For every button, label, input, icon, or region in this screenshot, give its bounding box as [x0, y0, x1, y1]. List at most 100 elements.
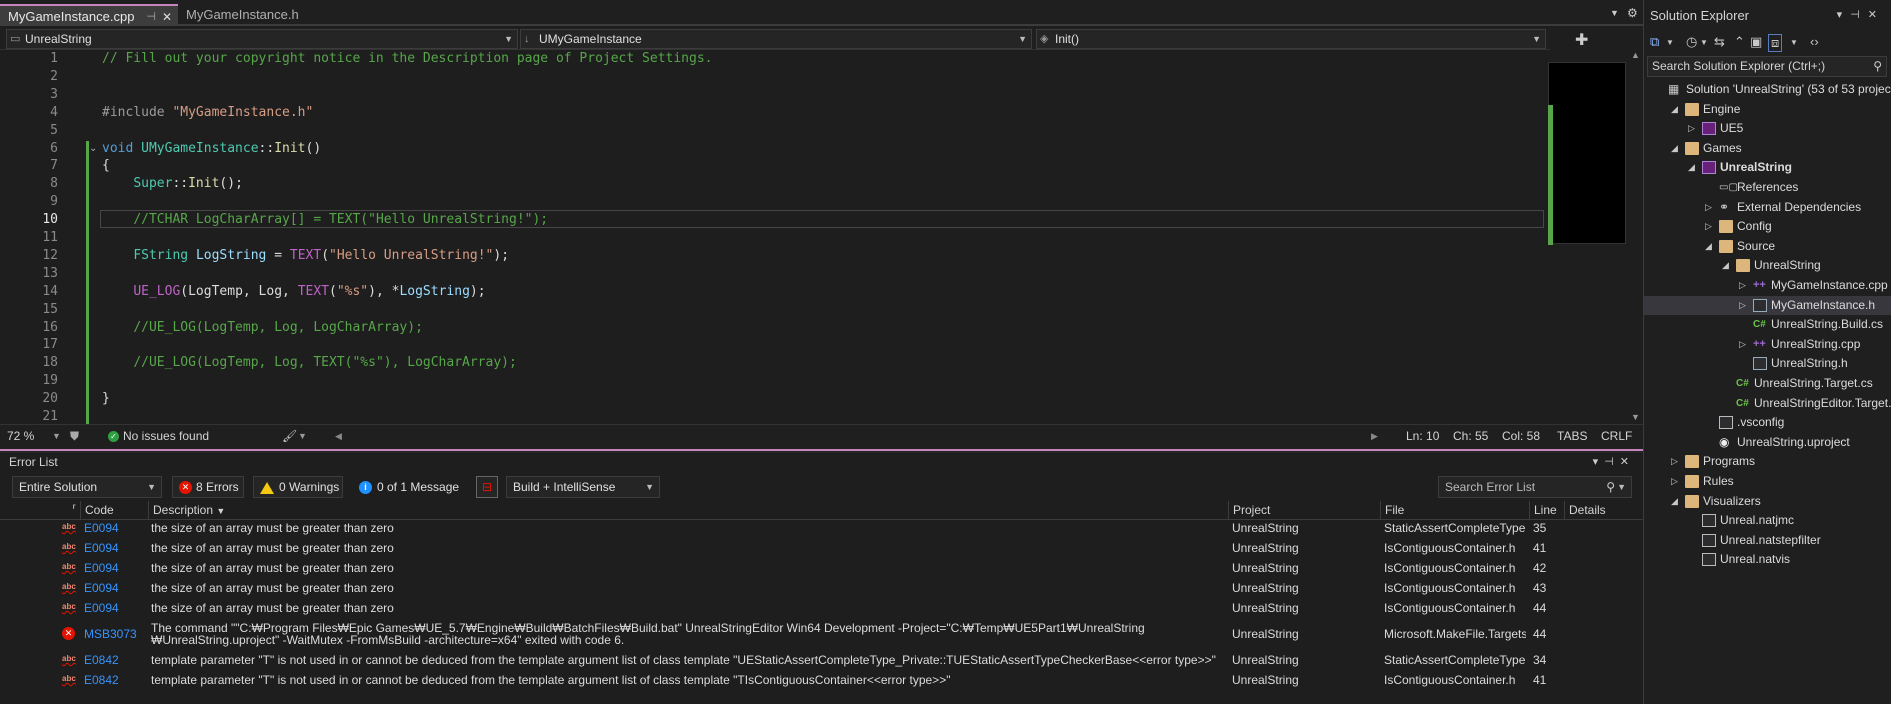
expander-icon[interactable]: ◢: [1671, 492, 1683, 511]
pin-icon[interactable]: ⊣: [146, 6, 156, 28]
tree-node[interactable]: Unreal.natstepfilter: [1644, 531, 1891, 550]
tree-node[interactable]: ▷ Config: [1644, 217, 1891, 236]
tree-node[interactable]: ▷ ++ UnrealString.cpp: [1644, 335, 1891, 354]
error-row[interactable]: abc E0094 the size of an array must be gre…: [0, 540, 1633, 557]
settings-gear-icon[interactable]: ⚙: [1627, 6, 1638, 20]
tree-node[interactable]: ▷ MyGameInstance.h: [1644, 295, 1891, 315]
code-line[interactable]: //TCHAR LogCharArray[] = TEXT("Hello Unr…: [102, 211, 548, 229]
column-toggle-icon[interactable]: ⸢: [68, 501, 77, 520]
code-text-area[interactable]: // Fill out your copyright notice in the…: [102, 50, 1542, 424]
panel-window-controls[interactable]: ▾⊣✕: [1593, 453, 1635, 471]
chevron-down-icon[interactable]: ▼: [1700, 38, 1708, 47]
expander-icon[interactable]: ▷: [1705, 198, 1717, 217]
search-error-list-input[interactable]: Search Error List ⚲ ▼: [1438, 476, 1632, 498]
scope-filter-dropdown[interactable]: Entire Solution ▼: [12, 476, 162, 498]
code-line[interactable]: FString LogString = TEXT("Hello UnrealSt…: [102, 247, 509, 265]
chevron-down-icon[interactable]: ▼: [52, 425, 61, 447]
brush-icon[interactable]: 🖌: [282, 425, 297, 447]
tree-node[interactable]: ◢ Visualizers: [1644, 492, 1891, 511]
error-row[interactable]: abc E0094 the size of an array must be gre…: [0, 520, 1633, 537]
expander-icon[interactable]: ▷: [1671, 452, 1683, 471]
code-line[interactable]: Super::Init();: [102, 175, 243, 193]
close-icon[interactable]: ✕: [162, 6, 172, 28]
expander-icon[interactable]: ▷: [1739, 335, 1751, 354]
column-header-description[interactable]: Description ▼: [148, 501, 1228, 520]
collapse-all-icon[interactable]: ⌃: [1734, 34, 1745, 50]
filter-errors-icon[interactable]: ⊟: [476, 476, 498, 498]
scroll-right-icon[interactable]: ▶: [1371, 425, 1378, 447]
tree-node[interactable]: C# UnrealString.Build.cs: [1644, 315, 1891, 334]
error-row[interactable]: abc E0094 the size of an array must be gre…: [0, 600, 1633, 617]
column-header-file[interactable]: File: [1380, 501, 1529, 520]
tree-node[interactable]: ◢ Engine: [1644, 100, 1891, 119]
scroll-down-icon[interactable]: ▼: [1631, 412, 1640, 422]
expander-icon[interactable]: ◢: [1671, 100, 1683, 119]
chevron-down-icon[interactable]: ▼: [1666, 38, 1674, 47]
tree-node[interactable]: .vsconfig: [1644, 413, 1891, 432]
editor-vertical-scrollbar[interactable]: ▲ ▼: [1628, 50, 1643, 424]
errors-filter-button[interactable]: ✕ 8 Errors: [172, 476, 244, 498]
code-line[interactable]: void UMyGameInstance::Init(): [102, 140, 321, 158]
scroll-left-icon[interactable]: ◀: [335, 425, 342, 447]
error-row[interactable]: abc E0094 the size of an array must be gre…: [0, 580, 1633, 597]
zoom-level[interactable]: 72 %: [7, 425, 34, 447]
code-line[interactable]: }: [102, 390, 110, 408]
fold-collapse-icon[interactable]: ⌄: [89, 143, 97, 154]
expander-icon[interactable]: ◢: [1671, 139, 1683, 158]
column-indicator[interactable]: Col: 58: [1502, 425, 1540, 447]
expander-icon[interactable]: ▷: [1739, 276, 1751, 295]
code-line[interactable]: #include "MyGameInstance.h": [102, 104, 313, 122]
code-line[interactable]: // Fill out your copyright notice in the…: [102, 50, 712, 68]
tree-node[interactable]: ◢ UnrealString: [1644, 158, 1891, 177]
show-all-files-icon[interactable]: ⧈: [1768, 34, 1783, 52]
chevron-down-icon[interactable]: ▼: [298, 425, 307, 447]
tree-node[interactable]: ▷ UE5: [1644, 119, 1891, 138]
tree-node[interactable]: Unreal.natjmc: [1644, 511, 1891, 530]
scroll-up-icon[interactable]: ▲: [1631, 50, 1640, 60]
scope-dropdown[interactable]: ↓ UMyGameInstance ▼: [520, 29, 1032, 49]
build-source-dropdown[interactable]: Build + IntelliSense ▼: [506, 476, 660, 498]
issues-indicator[interactable]: ✓ No issues found: [108, 425, 209, 447]
switch-views-icon[interactable]: ⧉: [1650, 34, 1659, 50]
tree-node[interactable]: ◉ UnrealString.uproject: [1644, 433, 1891, 452]
tab-overflow-dropdown-icon[interactable]: ▼: [1610, 8, 1619, 18]
tree-node[interactable]: C# UnrealStringEditor.Target.cs: [1644, 394, 1891, 413]
search-icon[interactable]: ⚲: [1606, 477, 1615, 497]
code-line[interactable]: //UE_LOG(LogTemp, Log, LogCharArray);: [102, 319, 423, 337]
error-row[interactable]: abc E0094 the size of an array must be gre…: [0, 560, 1633, 577]
expander-icon[interactable]: ▷: [1688, 119, 1700, 138]
expander-icon[interactable]: ◢: [1722, 256, 1734, 275]
history-icon[interactable]: ◷: [1686, 34, 1697, 50]
column-header-line[interactable]: Line: [1529, 501, 1564, 520]
expander-icon[interactable]: ▷: [1705, 217, 1717, 236]
error-row[interactable]: ✕ MSB3073 The command ""C:₩Program Files₩E…: [0, 620, 1633, 649]
member-dropdown[interactable]: ◈ Init() ▼: [1036, 29, 1546, 49]
tree-node[interactable]: C# UnrealString.Target.cs: [1644, 374, 1891, 393]
tree-node[interactable]: Unreal.natvis: [1644, 550, 1891, 569]
tree-node[interactable]: ▭▢ References: [1644, 178, 1891, 197]
column-header-details[interactable]: Details: [1564, 501, 1634, 520]
solution-explorer-search-input[interactable]: Search Solution Explorer (Ctrl+;) ⚲: [1647, 56, 1887, 77]
expander-icon[interactable]: ◢: [1688, 158, 1700, 177]
error-row[interactable]: abc E0842 template parameter "T" is not us…: [0, 672, 1633, 689]
code-minimap[interactable]: [1548, 62, 1626, 244]
tree-node[interactable]: ▦ Solution 'UnrealString' (53 of 53 proje…: [1644, 80, 1891, 99]
chevron-down-icon[interactable]: ▼: [1790, 38, 1798, 47]
messages-filter-button[interactable]: i 0 of 1 Message: [352, 476, 468, 498]
preview-code-icon[interactable]: ‹›: [1810, 34, 1819, 49]
panel-window-controls[interactable]: ▾⊣✕: [1837, 8, 1885, 21]
properties-icon[interactable]: ▣: [1750, 34, 1762, 50]
tab-mygameinstance-h[interactable]: MyGameInstance.h: [178, 4, 328, 26]
line-indicator[interactable]: Ln: 10: [1406, 425, 1439, 447]
warnings-filter-button[interactable]: 0 Warnings: [253, 476, 343, 498]
indent-mode[interactable]: TABS: [1557, 425, 1587, 447]
error-list-scrollbar[interactable]: [1633, 520, 1643, 704]
error-row[interactable]: abc E0842 template parameter "T" is not us…: [0, 652, 1633, 669]
tab-mygameinstance-cpp[interactable]: MyGameInstance.cpp ⊣ ✕: [0, 4, 178, 26]
code-line[interactable]: UE_LOG(LogTemp, Log, TEXT("%s"), *LogStr…: [102, 283, 485, 301]
tree-node[interactable]: ▷ Rules: [1644, 472, 1891, 491]
code-line[interactable]: {: [102, 157, 110, 175]
column-header-project[interactable]: Project: [1228, 501, 1380, 520]
expander-icon[interactable]: ▷: [1739, 296, 1751, 315]
project-dropdown[interactable]: ▭ UnrealString ▼: [6, 29, 518, 49]
